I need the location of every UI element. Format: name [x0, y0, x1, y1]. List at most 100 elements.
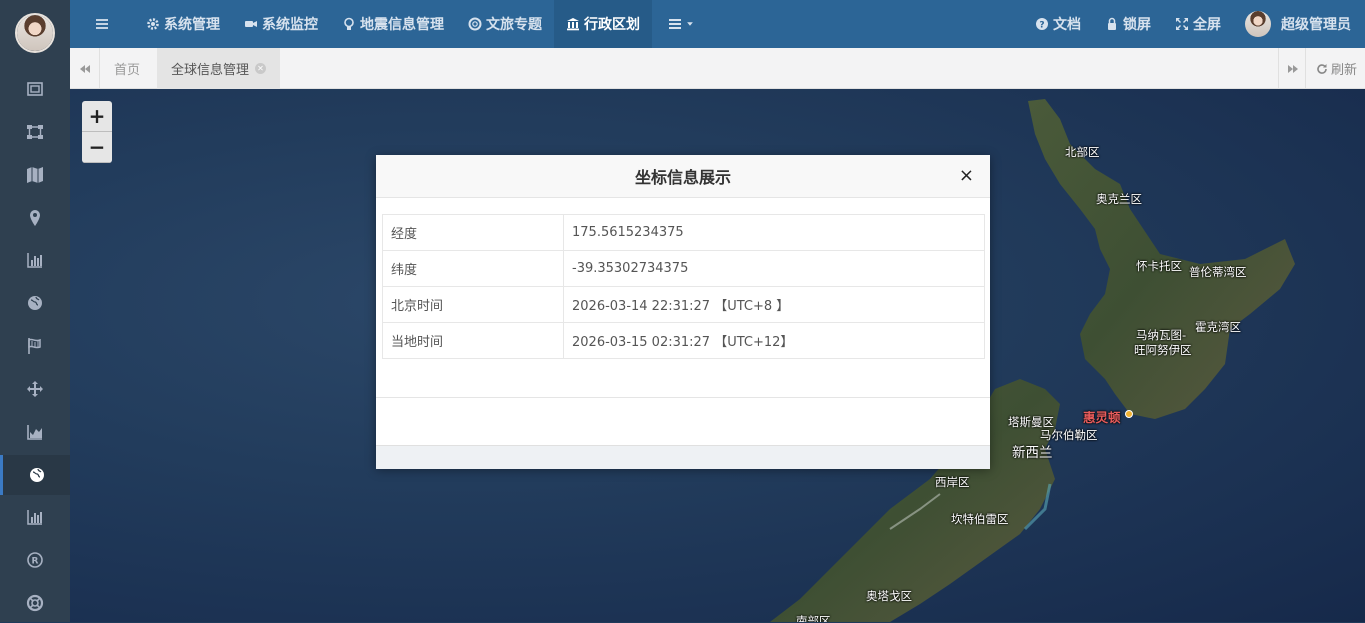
sidebar-item-12[interactable]: R [0, 540, 70, 580]
lock-icon [1108, 17, 1116, 30]
top-navbar: 系统管理 系统监控 地震信息管理 文旅专题 行政区划 ? 文档 锁屏 全屏 超级… [70, 0, 1365, 48]
tab-home[interactable]: 首页 [100, 48, 154, 89]
sidebar-item-1[interactable] [0, 69, 70, 109]
refresh-icon [1317, 63, 1327, 74]
map-zoom-control: + − [82, 101, 112, 163]
row-value: -39.35302734375 [563, 250, 985, 287]
network-icon [27, 125, 43, 139]
table-row: 纬度 -39.35302734375 [382, 250, 985, 287]
row-value: 175.5615234375 [563, 214, 985, 251]
sidebar-item-5[interactable] [0, 240, 70, 280]
map-label: 坎特伯雷区 [951, 512, 1009, 526]
map-label: 新西兰 [1012, 445, 1053, 461]
sidebar-item-2[interactable] [0, 112, 70, 152]
sidebar-item-9[interactable] [0, 412, 70, 452]
map-label: 奥克兰区 [1096, 192, 1142, 206]
row-value: 2026-03-15 02:31:27 【UTC+12】 [563, 322, 985, 359]
sidebar-item-8[interactable] [0, 369, 70, 409]
zoom-out-button[interactable]: − [82, 132, 112, 163]
life-ring-icon [26, 594, 44, 612]
sidebar-item-7[interactable] [0, 326, 70, 366]
map-label: 西岸区 [935, 475, 970, 489]
sidebar-avatar[interactable] [15, 13, 55, 53]
nav-label: 系统管理 [164, 17, 220, 33]
map-city-marker [1125, 410, 1133, 418]
modal-title: 坐标信息展示 [634, 168, 731, 187]
backward-icon [79, 64, 90, 73]
life-ring-icon [468, 17, 482, 31]
zoom-in-button[interactable]: + [82, 101, 112, 132]
bar-chart-icon [27, 510, 42, 525]
nav-earthquake-manage[interactable]: 地震信息管理 [330, 0, 456, 48]
lightbulb-icon [344, 17, 354, 30]
globe-icon [29, 468, 44, 482]
row-key: 经度 [382, 214, 564, 251]
tab-global-info[interactable]: 全球信息管理 ✕ [157, 48, 281, 89]
sidebar-item-10[interactable] [0, 455, 70, 495]
map-label: 霍克湾区 [1195, 320, 1241, 334]
map-city-label: 惠灵顿 [1083, 410, 1121, 425]
nav-culture-tourism[interactable]: 文旅专题 [456, 0, 554, 48]
sidebar-item-11[interactable] [0, 497, 70, 537]
table-row: 当地时间 2026-03-15 02:31:27 【UTC+12】 [382, 322, 985, 359]
table-row: 经度 175.5615234375 [382, 214, 985, 251]
nav-docs[interactable]: ? 文档 [1023, 0, 1093, 48]
tab-label: 全球信息管理 [171, 63, 250, 78]
move-icon [27, 381, 43, 397]
map-label: 旺阿努伊区 [1134, 343, 1192, 357]
nav-fullscreen[interactable]: 全屏 [1163, 0, 1233, 48]
modal-footer [376, 445, 990, 469]
modal-close-button[interactable]: × [959, 167, 974, 185]
expand-icon [1176, 18, 1188, 30]
map-label: 普伦蒂湾区 [1189, 265, 1247, 279]
nav-lock-screen[interactable]: 锁屏 [1093, 0, 1163, 48]
nav-label: 系统监控 [262, 17, 318, 33]
nav-fullscreen-label: 全屏 [1193, 17, 1221, 33]
nav-user-menu[interactable]: 超级管理员 [1233, 0, 1365, 48]
coordinate-info-modal: 坐标信息展示 × 经度 175.5615234375 纬度 -39.353027… [376, 155, 990, 469]
globe-icon [28, 296, 42, 310]
user-avatar [1245, 11, 1271, 37]
refresh-button[interactable]: 刷新 [1304, 48, 1365, 89]
row-key: 当地时间 [382, 322, 564, 359]
sidebar-item-3[interactable] [0, 155, 70, 195]
refresh-label: 刷新 [1330, 63, 1357, 78]
caret-down-icon [687, 22, 693, 26]
modal-divider [376, 397, 990, 398]
sidebar: R [0, 0, 70, 622]
hamburger-icon [96, 19, 108, 29]
flag-icon [28, 338, 41, 354]
modal-header: 坐标信息展示 × [376, 155, 990, 198]
nav-more-dropdown[interactable] [652, 0, 706, 48]
list-icon [669, 19, 681, 29]
sidebar-item-4[interactable] [0, 198, 70, 238]
sidebar-item-6[interactable] [0, 283, 70, 323]
row-key: 北京时间 [382, 286, 564, 323]
tabs-scroll-left-button[interactable] [70, 48, 100, 89]
sidebar-item-13[interactable] [0, 583, 70, 623]
nav-right-group: ? 文档 锁屏 全屏 超级管理员 [1023, 0, 1365, 48]
tabs-scroll-right-button[interactable] [1278, 48, 1307, 89]
map-label: 怀卡托区 [1136, 259, 1182, 273]
map-label: 奥塔戈区 [866, 589, 912, 603]
forward-icon [1288, 64, 1298, 73]
nav-label: 文旅专题 [486, 17, 542, 33]
map-pin-icon [30, 210, 40, 226]
question-circle-icon: ? [1036, 18, 1048, 31]
nav-admin-division[interactable]: 行政区划 [554, 0, 652, 48]
tab-close-icon[interactable]: ✕ [255, 63, 267, 74]
map-label: 南部区 [796, 614, 831, 622]
nav-system-monitor[interactable]: 系统监控 [232, 0, 330, 48]
bank-icon [567, 18, 579, 31]
tab-label: 首页 [114, 63, 141, 78]
map-label: 北部区 [1065, 145, 1100, 159]
row-key: 纬度 [382, 250, 564, 287]
map-icon [27, 167, 43, 183]
menu-toggle-button[interactable] [70, 0, 134, 48]
nav-system-manage[interactable]: 系统管理 [134, 0, 232, 48]
video-camera-icon [245, 21, 257, 27]
area-chart-icon [27, 425, 42, 440]
map-label: 马纳瓦图- [1136, 328, 1187, 342]
gear-icon [147, 18, 159, 30]
frame-icon [27, 82, 43, 96]
